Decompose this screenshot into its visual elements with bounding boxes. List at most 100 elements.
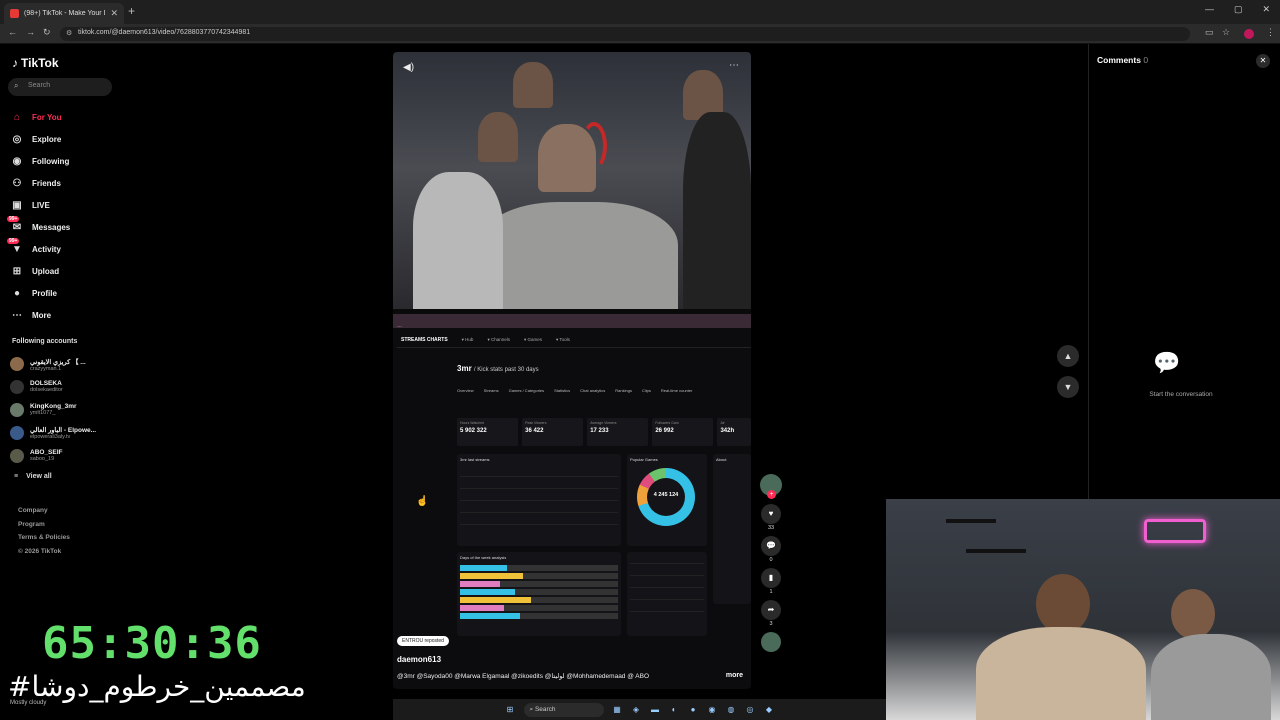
browser-menu-icon[interactable]: ⋮ (1266, 27, 1275, 38)
windows-start-icon[interactable]: ⊞ (505, 704, 516, 715)
more-icon: ⋯ (12, 309, 22, 321)
popular-games-panel: Popular Games 4 245 124 (627, 454, 707, 546)
close-comments-button[interactable]: ✕ (1256, 54, 1270, 68)
profile-icon: ● (13, 287, 21, 299)
save-button[interactable]: ▮ 1 (758, 568, 784, 595)
following-accounts-list: كريزي الايقوني 【 ... crazyyman.1 DOLSEKA d… (10, 352, 116, 467)
messages-icon: ✉ 99+ (7, 215, 22, 233)
app-icon[interactable]: ◆ (764, 704, 775, 715)
menu-for-you[interactable]: ⌂ For You (10, 106, 70, 128)
comment-button[interactable]: 💬 0 (758, 536, 784, 563)
caption-more-button[interactable]: more (726, 672, 743, 679)
menu-more[interactable]: ⋯ More (10, 304, 70, 326)
video-more-icon[interactable]: ⋯ (729, 60, 739, 71)
new-tab-icon[interactable]: + (128, 4, 135, 18)
forward-icon[interactable]: → (26, 27, 35, 37)
mouse-cursor-icon: ☝ (416, 496, 429, 507)
account-item[interactable]: كريزي الايقوني 【 ... crazyyman.1 (10, 352, 116, 375)
taskbar-search[interactable]: ⌕ Search (523, 702, 604, 717)
headphone-icon (581, 122, 607, 170)
close-window-icon[interactable]: ✕ (1262, 4, 1270, 15)
share-button[interactable]: ➦ 3 (758, 600, 784, 627)
stat-card: Hours Watched 5 902 322 (457, 418, 519, 446)
footer-copyright: © 2026 TikTok (18, 547, 62, 555)
video-player[interactable]: ◀) ⋯ … STREAMS CHARTS ▾ Hub ▾ Channels ▾ Ga… (393, 52, 751, 689)
file-explorer-icon[interactable]: ▬ (650, 704, 661, 715)
share-icon: ➦ (761, 600, 781, 620)
maximize-icon[interactable]: ▢ (1234, 4, 1243, 15)
url-text: tiktok.com/@daemon613/video/762880377074… (78, 29, 251, 36)
avatar: + (760, 474, 782, 499)
video-author[interactable]: daemon613 (397, 655, 441, 664)
following-accounts-title: Following accounts (12, 338, 78, 345)
friends-icon: ⚇ (12, 177, 22, 189)
site-info-icon[interactable]: ⚙ (66, 29, 72, 37)
previous-video-button[interactable]: ▲ (1057, 345, 1079, 367)
menu-upload[interactable]: ⊞ Upload (10, 260, 70, 282)
bookmark-icon: ▮ (761, 568, 781, 588)
menu-following[interactable]: ◉ Following (10, 150, 70, 172)
music-disc-button[interactable] (758, 632, 784, 652)
creator-avatar-button[interactable]: + (758, 474, 784, 499)
menu-activity[interactable]: ▼ 99+ Activity (7, 237, 70, 260)
video-divider: … (393, 314, 751, 329)
person-body (976, 627, 1146, 720)
avatar (10, 402, 24, 417)
account-item[interactable]: DOLSEKA dolsekaeditor (10, 375, 116, 398)
person-head (1171, 589, 1215, 639)
minimize-icon[interactable]: — (1205, 4, 1214, 15)
install-icon[interactable]: ▭ (1205, 27, 1214, 38)
bookmark-star-icon[interactable]: ☆ (1222, 27, 1230, 38)
spotify-icon[interactable]: ● (688, 704, 699, 715)
repost-badge[interactable]: ENTROU reposted (397, 636, 449, 646)
menu-profile[interactable]: ● Profile (10, 282, 70, 304)
weather-text: Mostly cloudy (10, 700, 47, 706)
footer-link-terms[interactable]: Terms & Policies (18, 531, 70, 545)
menu-live[interactable]: ▣ LIVE (10, 194, 70, 216)
person-head (478, 112, 518, 162)
hashtag-overlay: #مصممين_خرطوم_دوشا (8, 670, 306, 703)
view-all-button[interactable]: ≡ View all (14, 473, 52, 480)
copilot-icon[interactable]: ◈ (631, 704, 642, 715)
next-video-button[interactable]: ▼ (1057, 376, 1079, 398)
footer-link-program[interactable]: Program (18, 518, 70, 532)
reload-icon[interactable]: ↻ (43, 27, 51, 38)
avatar (10, 425, 24, 440)
volume-icon[interactable]: ◀) (403, 62, 414, 73)
like-button[interactable]: ♥ 33 (758, 504, 784, 531)
menu-explore[interactable]: ◎ Explore (10, 128, 70, 150)
chrome-icon[interactable]: ◉ (707, 704, 718, 715)
stat-card: Average Viewers 17 233 (587, 418, 649, 446)
neon-light (1144, 519, 1206, 543)
account-item[interactable]: الباور العالي - Elpowe... elpowerali3aly.… (10, 421, 116, 444)
person-body (1151, 634, 1271, 720)
widgets-icon[interactable]: ▦ (612, 704, 623, 715)
tiktok-logo[interactable]: ♪ TikTok (12, 56, 59, 70)
video-navigation: ▲ ▼ (1057, 345, 1079, 407)
address-bar[interactable]: ⚙ tiktok.com/@daemon613/video/7628803770… (60, 27, 1190, 41)
video-frame-people: ◀) ⋯ (393, 52, 751, 309)
video-caption: @3mr @Sayoda00 @Marwa Elgamaal @zikoedit… (397, 673, 650, 680)
last-streams-panel: 3mr last streams (457, 454, 621, 546)
browser-tab[interactable]: (98+) TikTok - Make Your Day ✕ (4, 3, 124, 24)
menu-messages[interactable]: ✉ 99+ Messages (7, 215, 70, 238)
discord-icon[interactable]: ◍ (726, 704, 737, 715)
browser-tab-strip: (98+) TikTok - Make Your Day ✕ + — ▢ ✕ (0, 0, 1280, 24)
main-menu: ⌂ For You ◎ Explore ◉ Following ⚇ Friends ▣ L… (7, 106, 70, 326)
account-item[interactable]: ABO_SEIF saboo_19 (10, 444, 116, 467)
menu-friends[interactable]: ⚇ Friends (10, 172, 70, 194)
obs-icon[interactable]: ◎ (745, 704, 756, 715)
stats-tabs: Overview Streams Games / Categories Statist… (457, 388, 693, 393)
search-input[interactable]: ⌕ Search (8, 78, 112, 96)
webcam-overlay (886, 499, 1280, 720)
back-icon[interactable]: ← (8, 27, 17, 37)
close-tab-icon[interactable]: ✕ (110, 8, 118, 19)
streamscharts-header: STREAMS CHARTS ▾ Hub ▾ Channels ▾ Games ▾ To… (397, 332, 751, 348)
edge-icon[interactable]: ◐ (669, 704, 680, 715)
account-item[interactable]: KingKong_3mr ymlt1077_ (10, 398, 116, 421)
activity-icon: ▼ 99+ (7, 237, 22, 255)
footer-link-company[interactable]: Company (18, 504, 70, 518)
follow-plus-icon[interactable]: + (767, 490, 776, 499)
profile-avatar-icon[interactable] (1244, 29, 1254, 39)
sidebar-footer: Company Program Terms & Policies © 2026 … (18, 504, 70, 558)
